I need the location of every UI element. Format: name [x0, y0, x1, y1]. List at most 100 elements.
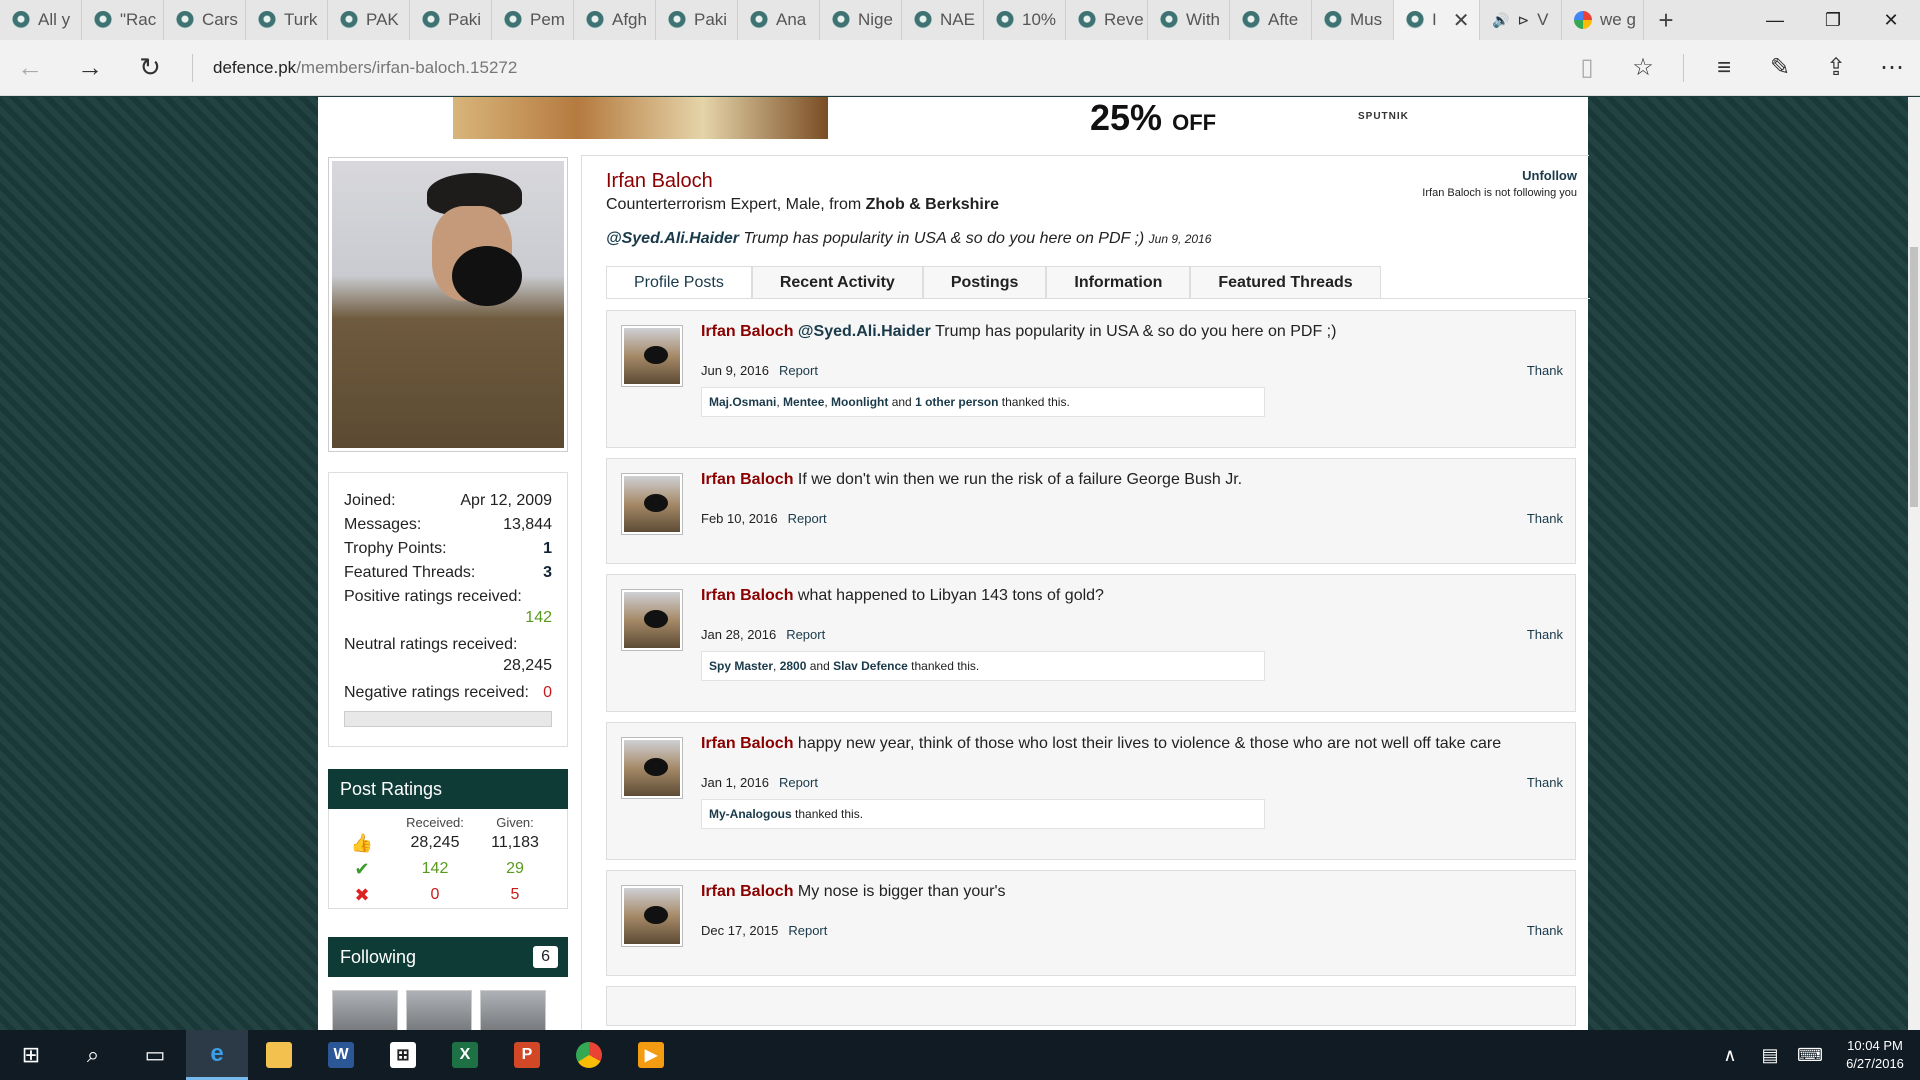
tab-information[interactable]: Information	[1046, 266, 1191, 298]
thanked-user[interactable]: Spy Master	[709, 659, 773, 673]
post-avatar[interactable]	[621, 885, 683, 947]
share-icon[interactable]: ⇪	[1808, 40, 1864, 96]
powerpoint-icon[interactable]: P	[496, 1030, 558, 1080]
hub-icon[interactable]: ≡	[1696, 40, 1752, 96]
thanked-user[interactable]: My-Analogous	[709, 807, 792, 821]
thanked-user[interactable]: Moonlight	[831, 395, 888, 409]
status-date[interactable]: Jun 9, 2016	[1149, 232, 1212, 246]
browser-tab[interactable]: Turk	[246, 0, 328, 40]
forward-icon[interactable]: →	[60, 40, 120, 96]
profile-avatar[interactable]	[328, 157, 568, 452]
thank-link[interactable]: Thank	[1527, 923, 1563, 938]
tab-recent-activity[interactable]: Recent Activity	[751, 266, 923, 298]
tab-featured-threads[interactable]: Featured Threads	[1190, 266, 1381, 298]
thank-link[interactable]: Thank	[1527, 775, 1563, 790]
thanked-user[interactable]: Slav Defence	[833, 659, 908, 673]
thanked-user[interactable]: 2800	[780, 659, 807, 673]
post-avatar[interactable]	[621, 737, 683, 799]
post-avatar[interactable]	[621, 589, 683, 651]
clock[interactable]: 10:04 PM 6/27/2016	[1830, 1037, 1920, 1073]
post-author[interactable]: Irfan Baloch	[701, 587, 793, 604]
post-date[interactable]: Jan 28, 2016	[701, 627, 776, 642]
keyboard-icon[interactable]: ⌨	[1790, 1045, 1830, 1066]
browser-tab[interactable]: Paki	[656, 0, 738, 40]
browser-tab-google[interactable]: we g	[1562, 0, 1644, 40]
browser-tab[interactable]: NAE	[902, 0, 984, 40]
browser-tab[interactable]: Mus	[1312, 0, 1394, 40]
restore-icon[interactable]: ❐	[1804, 0, 1862, 40]
post-date[interactable]: Jan 1, 2016	[701, 775, 769, 790]
browser-tab[interactable]: Afgh	[574, 0, 656, 40]
reading-view-icon[interactable]: ▯	[1559, 40, 1615, 96]
browser-tab[interactable]: With	[1148, 0, 1230, 40]
post-date[interactable]: Dec 17, 2015	[701, 923, 778, 938]
close-tab-icon[interactable]: ✕	[1453, 8, 1470, 33]
post-date[interactable]: Feb 10, 2016	[701, 511, 778, 526]
report-link[interactable]: Report	[779, 775, 818, 790]
report-link[interactable]: Report	[779, 363, 818, 378]
tab-postings[interactable]: Postings	[922, 266, 1047, 298]
search-icon[interactable]: ⌕	[62, 1030, 124, 1080]
media-player-icon[interactable]: ▶	[620, 1030, 682, 1080]
web-note-icon[interactable]: ✎	[1752, 40, 1808, 96]
post-author[interactable]: Irfan Baloch	[701, 735, 793, 752]
thank-link[interactable]: Thank	[1527, 511, 1563, 526]
speaker-icon[interactable]: 🔊	[1492, 12, 1509, 29]
browser-tab[interactable]: Nige	[820, 0, 902, 40]
post-author[interactable]: Irfan Baloch	[701, 883, 793, 900]
new-tab-button[interactable]: +	[1644, 0, 1688, 40]
browser-tab[interactable]: Afte	[1230, 0, 1312, 40]
status-mention[interactable]: @Syed.Ali.Haider	[606, 230, 739, 247]
tab-profile-posts[interactable]: Profile Posts	[606, 266, 752, 298]
browser-tab-active[interactable]: I ✕	[1394, 0, 1480, 40]
browser-tab[interactable]: Paki	[410, 0, 492, 40]
browser-tab[interactable]: 10%	[984, 0, 1066, 40]
report-link[interactable]: Report	[788, 923, 827, 938]
thanked-user[interactable]: Maj.Osmani	[709, 395, 776, 409]
chrome-icon[interactable]	[558, 1030, 620, 1080]
browser-tab-audio[interactable]: 🔊 ⊳ V	[1480, 0, 1562, 40]
unfollow-link[interactable]: Unfollow	[1422, 168, 1577, 183]
ad-discount[interactable]: 25% OFF	[1090, 97, 1216, 139]
excel-icon[interactable]: X	[434, 1030, 496, 1080]
file-explorer-icon[interactable]	[248, 1030, 310, 1080]
url-field[interactable]: defence.pk/members/irfan-baloch.15272	[213, 58, 517, 78]
action-center-icon[interactable]: ▤	[1750, 1045, 1790, 1066]
browser-tab[interactable]: Cars	[164, 0, 246, 40]
edge-icon[interactable]: e	[186, 1030, 248, 1080]
word-icon[interactable]: W	[310, 1030, 372, 1080]
browser-tab[interactable]: Pem	[492, 0, 574, 40]
browser-tab[interactable]: PAK	[328, 0, 410, 40]
following-avatar[interactable]	[406, 990, 472, 1030]
store-icon[interactable]: ⊞	[372, 1030, 434, 1080]
page-scrollbar[interactable]	[1908, 97, 1920, 1030]
advertisement-image[interactable]	[453, 97, 828, 139]
show-hidden-icons-icon[interactable]: ∧	[1710, 1045, 1750, 1066]
following-avatar[interactable]	[332, 990, 398, 1030]
browser-tab[interactable]: "Rac	[82, 0, 164, 40]
minimize-icon[interactable]: —	[1746, 0, 1804, 40]
browser-tab[interactable]: Reve	[1066, 0, 1148, 40]
browser-tab[interactable]: All y	[0, 0, 82, 40]
post-avatar[interactable]	[621, 473, 683, 535]
scrollbar-thumb[interactable]	[1910, 247, 1918, 507]
back-icon[interactable]: ←	[0, 40, 60, 96]
favorite-star-icon[interactable]: ☆	[1615, 40, 1671, 96]
window-close-icon[interactable]: ✕	[1862, 0, 1920, 40]
thanked-user[interactable]: Mentee	[783, 395, 824, 409]
thanked-user[interactable]: 1 other person	[915, 395, 998, 409]
thank-link[interactable]: Thank	[1527, 363, 1563, 378]
refresh-icon[interactable]: ↻	[120, 40, 180, 96]
post-date[interactable]: Jun 9, 2016	[701, 363, 769, 378]
post-author[interactable]: Irfan Baloch	[701, 471, 793, 488]
report-link[interactable]: Report	[788, 511, 827, 526]
task-view-icon[interactable]: ▭	[124, 1030, 186, 1080]
report-link[interactable]: Report	[786, 627, 825, 642]
post-avatar[interactable]	[621, 325, 683, 387]
browser-tab[interactable]: Ana	[738, 0, 820, 40]
following-avatar[interactable]	[480, 990, 546, 1030]
start-icon[interactable]: ⊞	[0, 1030, 62, 1080]
post-author[interactable]: Irfan Baloch	[701, 323, 793, 340]
thank-link[interactable]: Thank	[1527, 627, 1563, 642]
post-mention[interactable]: @Syed.Ali.Haider	[798, 323, 931, 340]
